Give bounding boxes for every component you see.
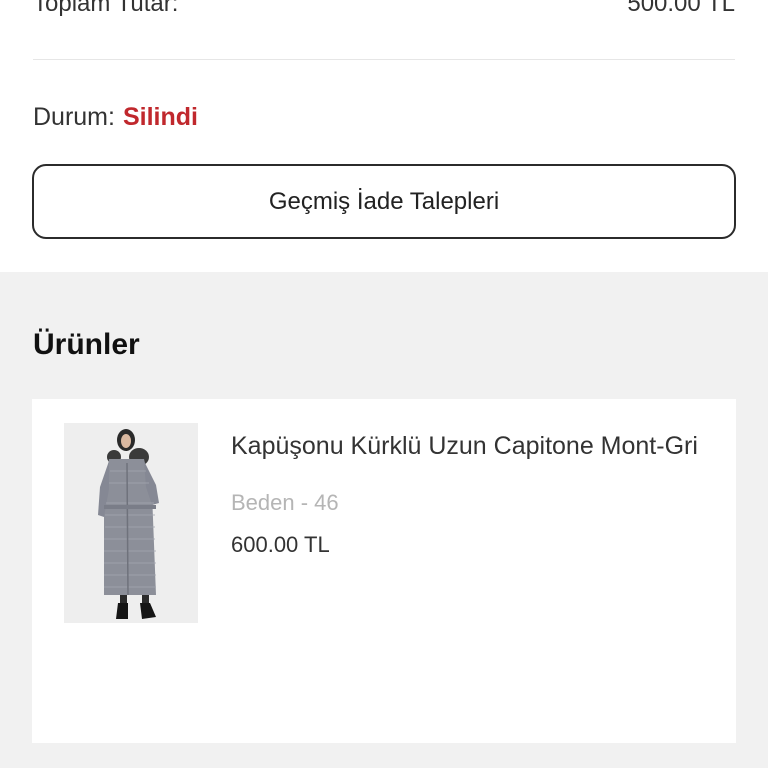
divider bbox=[33, 59, 735, 60]
product-card[interactable]: Kapüşonu Kürklü Uzun Capitone Mont-Gri B… bbox=[32, 399, 736, 743]
coat-product-image[interactable] bbox=[64, 423, 198, 623]
product-info: Kapüşonu Kürklü Uzun Capitone Mont-Gri B… bbox=[231, 427, 701, 558]
products-heading: Ürünler bbox=[33, 328, 140, 361]
return-history-button[interactable]: Geçmiş İade Talepleri bbox=[32, 164, 736, 239]
total-row: Toplam Tutar: 500.00 TL bbox=[33, 0, 735, 22]
status-row: Durum: Silindi bbox=[33, 100, 198, 134]
order-summary-section: Toplam Tutar: 500.00 TL Durum: Silindi G… bbox=[0, 0, 768, 272]
product-price: 600.00 TL bbox=[231, 532, 330, 557]
products-section: Ürünler Kapüşonu Kürklü Uzun Capitone Mo… bbox=[0, 272, 768, 768]
total-label: Toplam Tutar: bbox=[33, 0, 179, 17]
status-label: Durum: bbox=[33, 102, 115, 131]
status-value: Silindi bbox=[122, 102, 198, 131]
return-history-button-label: Geçmiş İade Talepleri bbox=[268, 187, 500, 215]
total-value: 500.00 TL bbox=[627, 0, 735, 17]
product-size: Beden - 46 bbox=[231, 490, 339, 515]
order-detail-page: Toplam Tutar: 500.00 TL Durum: Silindi G… bbox=[0, 0, 768, 768]
product-name[interactable]: Kapüşonu Kürklü Uzun Capitone Mont-Gri bbox=[231, 427, 701, 466]
